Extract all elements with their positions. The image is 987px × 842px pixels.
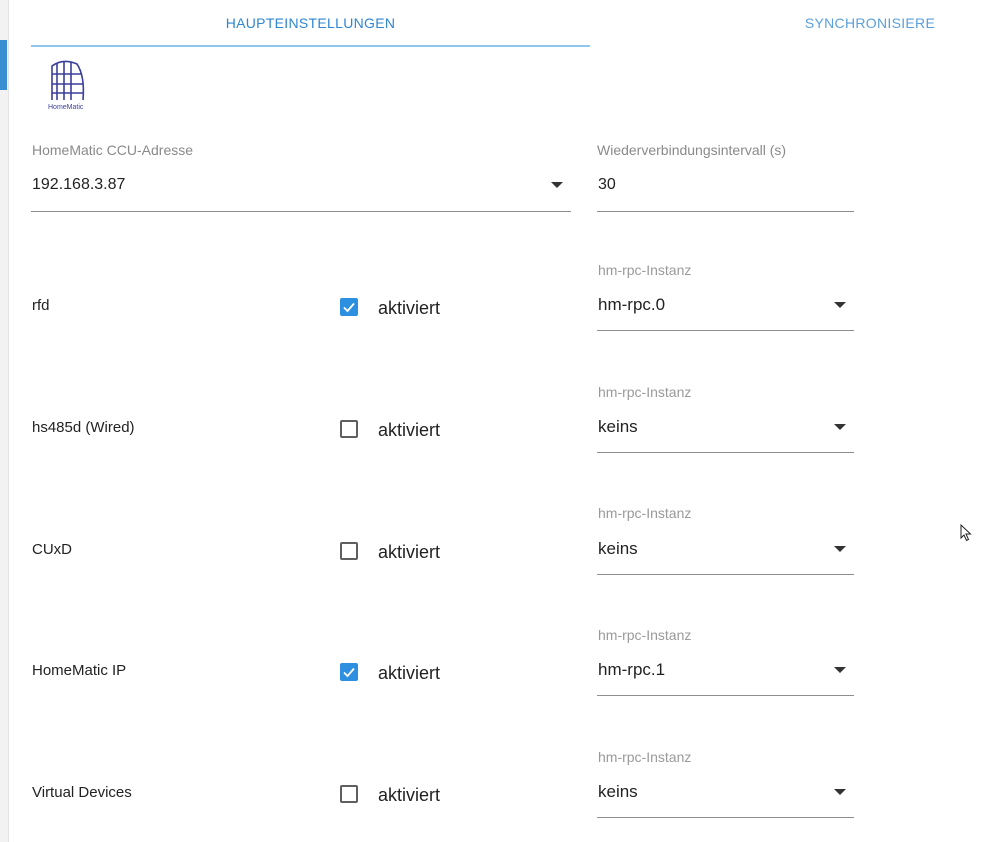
reconnect-interval-underline [597, 211, 854, 212]
daemon-enabled-checkbox-homematic-ip[interactable] [340, 663, 358, 681]
instance-label: hm-rpc-Instanz [598, 262, 692, 278]
daemon-enabled-checkbox-rfd[interactable] [340, 298, 358, 316]
checkbox-label: aktiviert [378, 663, 441, 683]
chevron-down-icon[interactable] [834, 546, 846, 552]
tab-synchronisiere[interactable]: SYNCHRONISIERE [755, 0, 985, 46]
homematic-logo-icon: HomeMatic [47, 56, 87, 112]
instance-underline [597, 330, 854, 331]
reconnect-interval-input[interactable]: 30 [598, 176, 616, 194]
chevron-down-icon[interactable] [834, 667, 846, 673]
instance-underline [597, 574, 854, 575]
checkbox-label: aktiviert [378, 542, 441, 562]
ccu-address-select[interactable] [31, 168, 571, 212]
instance-label: hm-rpc-Instanz [598, 505, 692, 521]
instance-underline [597, 452, 854, 453]
daemon-enabled-checkbox-hs485d[interactable] [340, 420, 358, 438]
chevron-down-icon[interactable] [834, 302, 846, 308]
instance-select-virtual-devices[interactable] [597, 775, 854, 818]
ccu-address-underline [31, 211, 571, 212]
reconnect-interval-label: Wiederverbindungsintervall (s) [597, 142, 787, 158]
svg-text:HomeMatic: HomeMatic [48, 104, 84, 111]
daemon-name-virtual-devices: Virtual Devices [32, 784, 132, 801]
instance-underline [597, 817, 854, 818]
daemon-name-rfd: rfd [32, 297, 50, 314]
instance-select-cuxd[interactable] [597, 532, 854, 575]
instance-select-rfd[interactable] [597, 288, 854, 331]
checkbox-label: aktiviert [378, 298, 441, 318]
daemon-name-cuxd: CUxD [32, 541, 72, 558]
mouse-pointer-icon [960, 523, 972, 547]
daemon-name-homematic-ip: HomeMatic IP [32, 662, 127, 679]
daemon-name-hs485d: hs485d (Wired) [32, 419, 135, 436]
tab-active-indicator [31, 45, 590, 47]
left-rail-divider [8, 0, 9, 842]
chevron-down-icon[interactable] [834, 789, 846, 795]
instance-label: hm-rpc-Instanz [598, 384, 692, 400]
tab-haupteinstellungen[interactable]: HAUPTEINSTELLUNGEN [31, 0, 590, 46]
instance-select-homematic-ip[interactable] [597, 653, 854, 696]
daemon-enabled-checkbox-cuxd[interactable] [340, 542, 358, 560]
instance-select-hs485d[interactable] [597, 410, 854, 453]
chevron-down-icon[interactable] [834, 424, 846, 430]
left-rail [0, 0, 8, 842]
left-rail-active-marker [0, 40, 7, 90]
checkbox-label: aktiviert [378, 785, 441, 805]
ccu-address-label: HomeMatic CCU-Adresse [32, 142, 194, 158]
daemon-enabled-checkbox-virtual-devices[interactable] [340, 785, 358, 803]
instance-label: hm-rpc-Instanz [598, 627, 692, 643]
checkbox-label: aktiviert [378, 420, 441, 440]
instance-underline [597, 695, 854, 696]
instance-label: hm-rpc-Instanz [598, 749, 692, 765]
chevron-down-icon[interactable] [551, 182, 563, 188]
